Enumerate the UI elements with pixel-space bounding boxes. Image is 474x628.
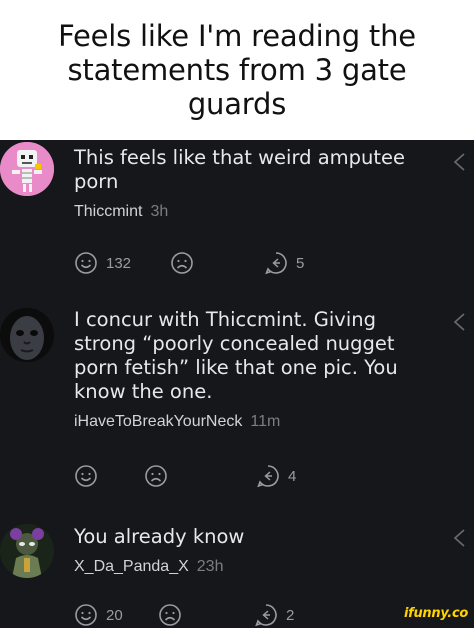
reply-count: 2: [286, 606, 295, 624]
comment-actions: 132 5: [74, 250, 374, 276]
comment-age: 11m: [250, 413, 281, 430]
more-options-icon[interactable]: [452, 312, 466, 332]
more-options-icon[interactable]: [452, 528, 466, 548]
frown-icon: [171, 252, 193, 274]
comment-author[interactable]: X_Da_Panda_X: [74, 558, 189, 575]
reply-count: 4: [288, 467, 297, 485]
frown-icon: [145, 465, 167, 487]
smile-icon: [75, 604, 97, 626]
reply-icon: [257, 465, 279, 488]
smile-count: 132: [106, 254, 132, 272]
reply-button[interactable]: 2: [254, 602, 294, 628]
frown-icon: [159, 604, 181, 626]
reply-count: 5: [296, 254, 305, 272]
smile-icon: [75, 465, 97, 487]
comment-actions: 20 2: [74, 602, 374, 628]
frown-button[interactable]: [170, 250, 194, 276]
frown-button[interactable]: [158, 602, 182, 628]
comment-body: This feels like that weird amputee porn …: [74, 146, 444, 222]
comment-age: 3h: [150, 203, 169, 220]
smile-button[interactable]: 20: [74, 602, 123, 628]
comment-text: You already know: [74, 525, 245, 548]
meme-caption: Feels like I'm reading the statements fr…: [0, 0, 474, 140]
comment-body: I concur with Thiccmint. Giving strong “…: [74, 308, 444, 432]
smile-button[interactable]: 132: [74, 250, 131, 276]
caption-text: Feels like I'm reading the statements fr…: [58, 19, 416, 121]
masked-face-avatar-icon[interactable]: [0, 308, 54, 362]
comment-body: You already know X_Da_Panda_X 23h: [74, 525, 444, 577]
smile-count: 20: [106, 606, 123, 624]
reply-button[interactable]: 5: [264, 250, 304, 276]
comment-meta: Thiccmint 3h: [74, 202, 444, 222]
panda-character-avatar-icon[interactable]: [0, 524, 54, 578]
reply-icon: [255, 604, 277, 627]
skeleton-avatar-icon[interactable]: [0, 142, 54, 196]
comment-thread: This feels like that weird amputee porn …: [0, 140, 474, 628]
smile-button[interactable]: [74, 463, 98, 489]
comment-age: 23h: [196, 558, 224, 575]
comment-text: I concur with Thiccmint. Giving strong “…: [74, 308, 398, 403]
comment-meta: X_Da_Panda_X 23h: [74, 557, 444, 577]
comment-text: This feels like that weird amputee porn: [74, 146, 406, 193]
frown-button[interactable]: [144, 463, 168, 489]
comment-author[interactable]: iHaveToBreakYourNeck: [74, 413, 242, 430]
comment-author[interactable]: Thiccmint: [74, 203, 142, 220]
more-options-icon[interactable]: [452, 152, 466, 172]
reply-button[interactable]: 4: [256, 463, 296, 489]
reply-icon: [265, 252, 287, 275]
smile-icon: [75, 252, 97, 274]
comment-meta: iHaveToBreakYourNeck 11m: [74, 412, 444, 432]
ifunny-watermark: ifunny.co: [403, 606, 468, 621]
comment-actions: 4: [74, 463, 374, 489]
